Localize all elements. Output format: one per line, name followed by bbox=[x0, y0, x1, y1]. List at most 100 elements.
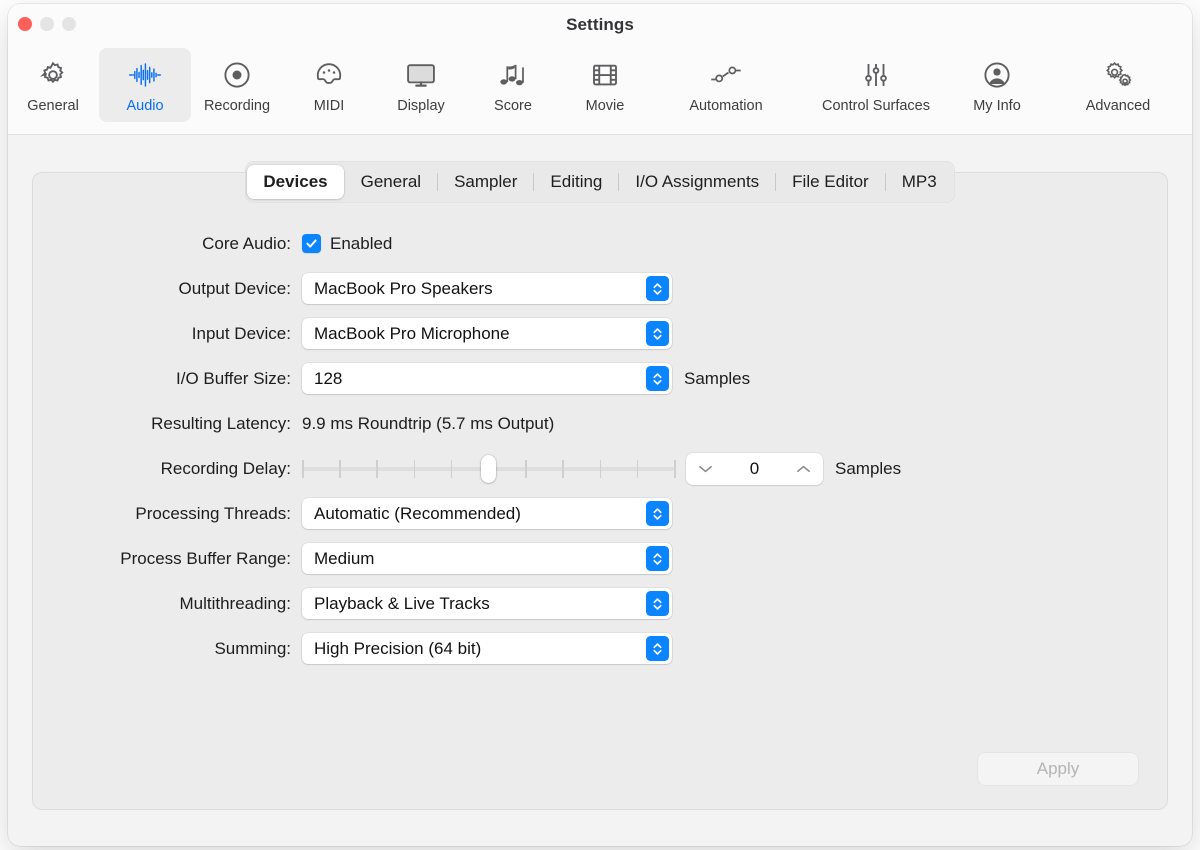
resulting-latency-value: 9.9 ms Roundtrip (5.7 ms Output) bbox=[302, 413, 555, 433]
toolbar-label-control-surfaces: Control Surfaces bbox=[822, 98, 930, 114]
checkbox-label-enabled: Enabled bbox=[330, 233, 393, 253]
process-buffer-range-value: Medium bbox=[314, 548, 375, 568]
core-audio-checkbox-group[interactable]: Enabled bbox=[302, 234, 392, 254]
label-output-device: Output Device: bbox=[178, 278, 291, 298]
toolbar-item-audio[interactable]: Audio bbox=[99, 48, 191, 122]
slider-tick bbox=[302, 459, 304, 478]
preferences-toolbar: General Audio Recording MIDI Display Sco… bbox=[8, 46, 1192, 135]
chevron-up-down-icon[interactable] bbox=[646, 321, 669, 346]
slider-tick bbox=[599, 459, 602, 478]
slider-tick bbox=[413, 459, 416, 478]
slider-tick bbox=[525, 459, 527, 478]
toolbar-label-audio: Audio bbox=[126, 98, 164, 114]
row-input-device: Input Device: MacBook Pro Microphone bbox=[33, 311, 1167, 356]
toolbar-item-general[interactable]: General bbox=[8, 48, 99, 122]
waveform-icon bbox=[128, 58, 162, 92]
chevron-down-icon[interactable] bbox=[698, 464, 713, 474]
multithreading-value: Playback & Live Tracks bbox=[314, 593, 490, 613]
toolbar-item-display[interactable]: Display bbox=[375, 48, 467, 122]
toolbar-item-midi[interactable]: MIDI bbox=[283, 48, 375, 122]
toolbar-label-midi: MIDI bbox=[313, 98, 345, 114]
midi-connector-icon bbox=[314, 58, 344, 92]
devices-panel: Core Audio: Enabled Output Device: MacBo… bbox=[32, 172, 1168, 810]
slider-tick bbox=[562, 459, 564, 478]
row-multithreading: Multithreading: Playback & Live Tracks bbox=[33, 581, 1167, 626]
gear-icon bbox=[38, 58, 68, 92]
io-buffer-size-unit: Samples bbox=[684, 368, 751, 388]
row-processing-threads: Processing Threads: Automatic (Recommend… bbox=[33, 491, 1167, 536]
toolbar-item-movie[interactable]: Movie bbox=[559, 48, 651, 122]
tab-mp3[interactable]: MP3 bbox=[886, 165, 953, 199]
recording-delay-unit: Samples bbox=[835, 458, 902, 478]
input-device-value: MacBook Pro Microphone bbox=[314, 323, 510, 343]
recording-delay-slider[interactable] bbox=[302, 454, 676, 483]
toolbar-label-movie: Movie bbox=[585, 98, 625, 114]
processing-threads-popup[interactable]: Automatic (Recommended) bbox=[302, 498, 672, 529]
label-io-buffer-size: I/O Buffer Size: bbox=[176, 368, 291, 388]
toolbar-item-automation[interactable]: Automation bbox=[651, 48, 801, 122]
toolbar-item-recording[interactable]: Recording bbox=[191, 48, 283, 122]
row-io-buffer-size: I/O Buffer Size: 128 Samples bbox=[33, 356, 1167, 401]
title-bar: Settings bbox=[8, 4, 1192, 46]
label-multithreading: Multithreading: bbox=[179, 593, 291, 613]
audio-devices-form: Core Audio: Enabled Output Device: MacBo… bbox=[33, 221, 1167, 671]
apply-button[interactable]: Apply bbox=[978, 753, 1138, 785]
chevron-up-down-icon[interactable] bbox=[646, 366, 669, 391]
output-device-value: MacBook Pro Speakers bbox=[314, 278, 493, 298]
music-notes-icon bbox=[498, 58, 528, 92]
record-circle-icon bbox=[222, 58, 252, 92]
toolbar-item-advanced[interactable]: Advanced bbox=[1043, 48, 1192, 122]
chevron-up-down-icon[interactable] bbox=[646, 501, 669, 526]
label-resulting-latency: Resulting Latency: bbox=[151, 413, 291, 433]
multithreading-popup[interactable]: Playback & Live Tracks bbox=[302, 588, 672, 619]
tab-editing[interactable]: Editing bbox=[534, 165, 618, 199]
row-resulting-latency: Resulting Latency: 9.9 ms Roundtrip (5.7… bbox=[33, 401, 1167, 446]
checkbox-icon[interactable] bbox=[302, 234, 321, 253]
chevron-up-down-icon[interactable] bbox=[646, 276, 669, 301]
row-process-buffer-range: Process Buffer Range: Medium bbox=[33, 536, 1167, 581]
row-summing: Summing: High Precision (64 bit) bbox=[33, 626, 1167, 671]
double-gear-icon bbox=[1102, 58, 1134, 92]
tab-general[interactable]: General bbox=[345, 165, 437, 199]
recording-delay-stepper[interactable]: 0 bbox=[686, 452, 823, 485]
row-core-audio: Core Audio: Enabled bbox=[33, 221, 1167, 266]
settings-window: Settings General Audio Recording MIDI Di… bbox=[8, 4, 1192, 846]
slider-tick bbox=[674, 459, 676, 478]
toolbar-item-control-surfaces[interactable]: Control Surfaces bbox=[801, 48, 951, 122]
chevron-up-down-icon[interactable] bbox=[646, 591, 669, 616]
toolbar-item-my-info[interactable]: My Info bbox=[951, 48, 1043, 122]
tab-bar: Devices General Sampler Editing I/O Assignme… bbox=[8, 161, 1192, 203]
label-summing: Summing: bbox=[214, 638, 291, 658]
slider-tick bbox=[339, 459, 341, 478]
chevron-up-down-icon[interactable] bbox=[646, 636, 669, 661]
label-process-buffer-range: Process Buffer Range: bbox=[120, 548, 291, 568]
label-recording-delay: Recording Delay: bbox=[160, 458, 291, 478]
tab-devices[interactable]: Devices bbox=[247, 165, 344, 199]
slider-tick bbox=[636, 459, 639, 478]
chevron-up-icon[interactable] bbox=[796, 464, 811, 474]
toolbar-item-score[interactable]: Score bbox=[467, 48, 559, 122]
label-core-audio: Core Audio: bbox=[202, 233, 291, 253]
toolbar-label-advanced: Advanced bbox=[1085, 98, 1151, 114]
tab-sampler[interactable]: Sampler bbox=[438, 165, 533, 199]
person-circle-icon bbox=[982, 58, 1012, 92]
summing-popup[interactable]: High Precision (64 bit) bbox=[302, 633, 672, 664]
automation-node-icon bbox=[709, 58, 743, 92]
label-processing-threads: Processing Threads: bbox=[135, 503, 291, 523]
monitor-icon bbox=[405, 58, 437, 92]
sliders-icon bbox=[861, 58, 891, 92]
tab-i-o-assignments[interactable]: I/O Assignments bbox=[619, 165, 775, 199]
toolbar-label-score: Score bbox=[494, 98, 532, 114]
window-title: Settings bbox=[566, 15, 634, 34]
process-buffer-range-popup[interactable]: Medium bbox=[302, 543, 672, 574]
recording-delay-value: 0 bbox=[749, 458, 760, 478]
summing-value: High Precision (64 bit) bbox=[314, 638, 482, 658]
io-buffer-size-popup[interactable]: 128 bbox=[302, 363, 672, 394]
slider-thumb[interactable] bbox=[480, 454, 496, 483]
label-input-device: Input Device: bbox=[191, 323, 291, 343]
output-device-popup[interactable]: MacBook Pro Speakers bbox=[302, 273, 672, 304]
input-device-popup[interactable]: MacBook Pro Microphone bbox=[302, 318, 672, 349]
chevron-up-down-icon[interactable] bbox=[646, 546, 669, 571]
toolbar-label-general: General bbox=[27, 98, 79, 114]
tab-file-editor[interactable]: File Editor bbox=[776, 165, 885, 199]
